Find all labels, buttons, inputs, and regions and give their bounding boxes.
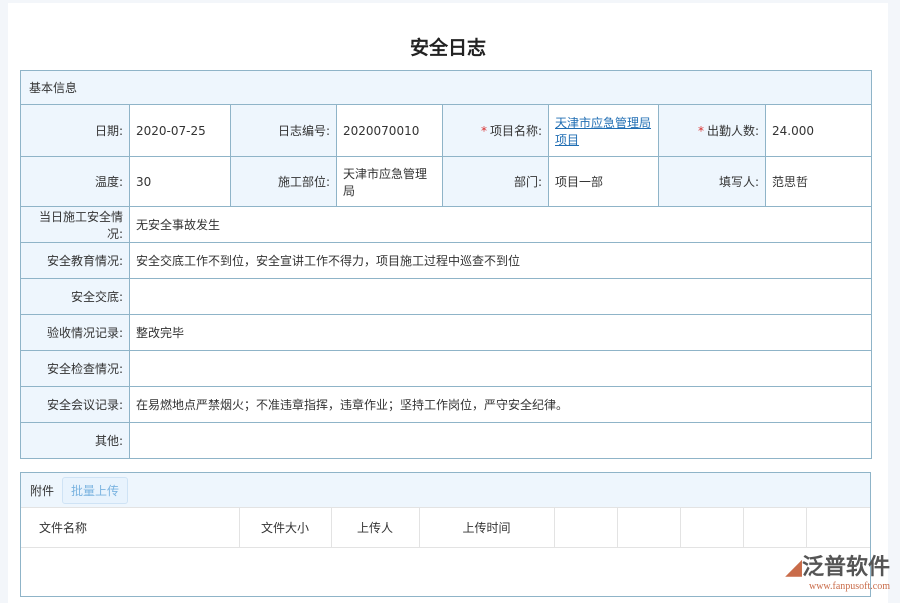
col-uploader: 上传人	[331, 508, 419, 547]
attendance-value: 24.000	[766, 105, 872, 157]
date-label: 日期:	[21, 105, 130, 157]
log-no-value: 2020070010	[337, 105, 443, 157]
attendance-label: 出勤人数:	[707, 124, 759, 138]
required-mark: *	[481, 124, 487, 138]
row-label: 安全教育情况:	[21, 243, 130, 279]
page-title: 安全日志	[8, 33, 888, 60]
row-label: 其他:	[21, 423, 130, 459]
row-value	[130, 423, 872, 459]
required-mark: *	[698, 124, 704, 138]
col-upload-time: 上传时间	[419, 508, 554, 547]
section-title: 基本信息	[21, 71, 872, 105]
temperature-value: 30	[130, 157, 231, 207]
project-link[interactable]: 天津市应急管理局项目	[555, 116, 651, 147]
row-label: 安全会议记录:	[21, 387, 130, 423]
row-label: 安全检查情况:	[21, 351, 130, 387]
attachments-panel: 附件 批量上传 文件名称 文件大小 上传人 上传时间	[20, 472, 871, 597]
logo-name: 泛普软件	[802, 555, 890, 580]
col-empty	[806, 508, 870, 547]
row-label: 当日施工安全情况:	[21, 207, 130, 243]
col-file-size: 文件大小	[239, 508, 331, 547]
site-value: 天津市应急管理局	[337, 157, 443, 207]
col-empty	[743, 508, 806, 547]
row-value: 整改完毕	[130, 315, 872, 351]
col-empty	[554, 508, 617, 547]
attachments-label: 附件	[30, 482, 54, 499]
batch-upload-button[interactable]: 批量上传	[62, 477, 128, 504]
safety-log-card: 安全日志 基本信息 日期: 2020-07-25 日志编号: 202007001…	[8, 3, 888, 603]
site-label: 施工部位:	[231, 157, 337, 207]
logo-url: www.fanpusoft.com	[785, 581, 890, 592]
project-label: 项目名称:	[490, 124, 542, 138]
log-no-label: 日志编号:	[231, 105, 337, 157]
col-file-name: 文件名称	[21, 508, 239, 547]
row-label: 验收情况记录:	[21, 315, 130, 351]
row-value: 安全交底工作不到位，安全宣讲工作不得力，项目施工过程中巡查不到位	[130, 243, 872, 279]
dept-label: 部门:	[443, 157, 549, 207]
col-empty	[617, 508, 680, 547]
row-label: 安全交底:	[21, 279, 130, 315]
dept-value: 项目一部	[549, 157, 659, 207]
logo-icon: ◢	[785, 555, 802, 580]
writer-value: 范思哲	[766, 157, 872, 207]
basic-info-table: 基本信息 日期: 2020-07-25 日志编号: 2020070010 *项目…	[20, 70, 872, 459]
attachments-table: 文件名称 文件大小 上传人 上传时间	[21, 508, 870, 548]
row-value: 无安全事故发生	[130, 207, 872, 243]
row-value	[130, 351, 872, 387]
temperature-label: 温度:	[21, 157, 130, 207]
col-empty	[680, 508, 743, 547]
row-value	[130, 279, 872, 315]
writer-label: 填写人:	[659, 157, 766, 207]
date-value: 2020-07-25	[130, 105, 231, 157]
watermark-logo: ◢泛普软件 www.fanpusoft.com	[785, 549, 890, 592]
row-value: 在易燃地点严禁烟火；不准违章指挥，违章作业；坚持工作岗位，严守安全纪律。	[130, 387, 872, 423]
